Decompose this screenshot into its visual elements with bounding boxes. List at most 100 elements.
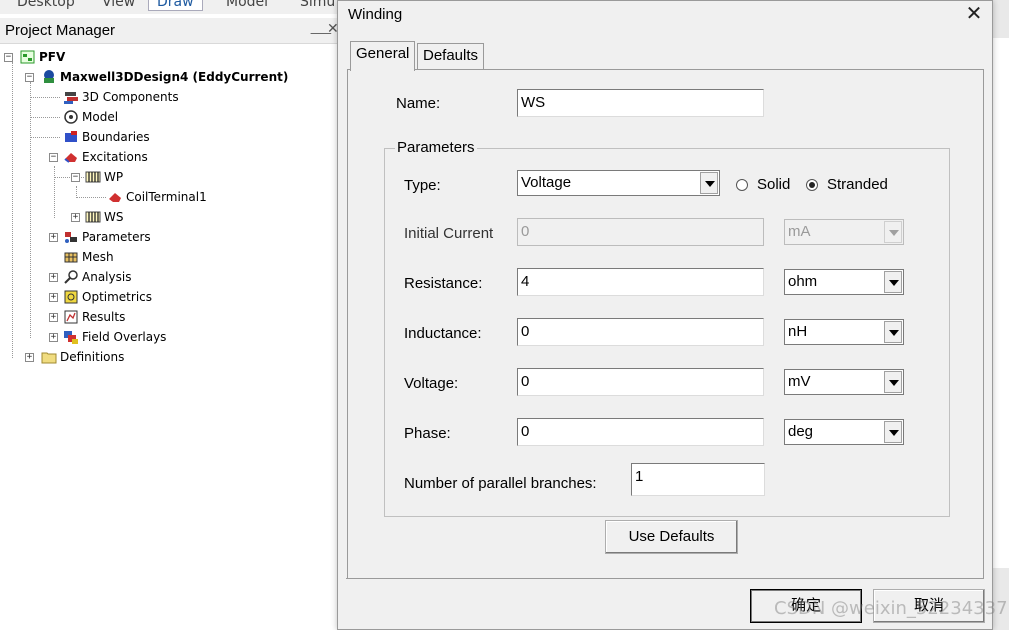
phase-unit-select[interactable]: deg [784,419,904,445]
tree-item-ws[interactable]: WS [85,208,123,226]
tree-item-optimetrics[interactable]: Optimetrics [63,288,152,306]
name-label: Name: [396,95,441,112]
coil-terminal-icon [107,189,123,205]
folder-icon [41,349,57,365]
inductance-unit-select[interactable]: nH [784,319,904,345]
menu-desktop[interactable]: Desktop [17,0,75,10]
close-icon[interactable]: ✕ [962,1,986,27]
initial-current-input[interactable]: 0 [517,218,764,246]
expander-expand[interactable]: + [25,353,34,362]
tree-item-design[interactable]: Maxwell3DDesign4 (EddyCurrent) [41,68,288,86]
winding-icon [85,209,101,225]
tree-item-label: Maxwell3DDesign4 (EddyCurrent) [60,70,289,84]
type-select[interactable]: Voltage [517,170,720,196]
optimetrics-icon [63,289,79,305]
voltage-input[interactable]: 0 [517,368,764,396]
design-icon [41,69,57,85]
use-defaults-button[interactable]: Use Defaults [605,520,738,554]
parallel-branches-label: Number of parallel branches: [404,475,597,492]
tree-item-label: Excitations [82,150,148,164]
model-icon [63,109,79,125]
parameters-icon [63,229,79,245]
chevron-down-icon[interactable] [884,321,902,343]
inductance-input[interactable]: 0 [517,318,764,346]
tab-defaults[interactable]: Defaults [417,43,485,70]
expander-expand[interactable]: + [71,213,80,222]
tree-item-parameters[interactable]: Parameters [63,228,151,246]
phase-input[interactable]: 0 [517,418,764,446]
inductance-unit-value: nH [788,323,808,340]
parallel-branches-input[interactable]: 1 [631,463,765,496]
chevron-down-icon[interactable] [884,271,902,293]
tree-item-label: Results [82,310,126,324]
dialog-button-divider [346,578,984,579]
project-manager-title: Project Manager [5,22,116,39]
tree-item-label: Analysis [82,270,132,284]
phase-label: Phase: [404,425,451,442]
tree-item-3d-components[interactable]: 3D Components [63,88,179,106]
menu-model[interactable]: Model [226,0,268,10]
radio-stranded[interactable] [806,179,818,191]
expander-expand[interactable]: + [49,313,58,322]
menu-view[interactable]: View [102,0,135,10]
mesh-icon [63,249,79,265]
tree-item-results[interactable]: Results [63,308,125,326]
expander-collapse[interactable]: − [71,173,80,182]
tree-item-model[interactable]: Model [63,108,118,126]
expander-expand[interactable]: + [49,333,58,342]
boundaries-icon [63,129,79,145]
tree-item-label: 3D Components [82,90,179,104]
phase-unit-value: deg [788,423,814,440]
initial-current-unit-value: mA [788,223,811,240]
chevron-down-icon[interactable] [884,221,902,243]
radio-solid-label: Solid [757,176,791,193]
type-label: Type: [404,177,441,194]
tree-item-excitations[interactable]: Excitations [63,148,148,166]
tree-item-label: WP [104,170,124,184]
menu-simulation[interactable]: Simu [300,0,335,10]
initial-current-label: Initial Current [404,225,494,242]
tree-item-analysis[interactable]: Analysis [63,268,131,286]
tab-general[interactable]: General [350,41,416,71]
radio-solid[interactable] [736,179,748,191]
tree-item-boundaries[interactable]: Boundaries [63,128,150,146]
expander-expand[interactable]: + [49,233,58,242]
initial-current-unit-select[interactable]: mA [784,219,904,245]
chevron-down-icon[interactable] [700,172,718,194]
tree-item-label: Optimetrics [82,290,152,304]
tree-item-label: Mesh [82,250,114,264]
expander-collapse[interactable]: − [25,73,34,82]
expander-collapse[interactable]: − [49,153,58,162]
winding-icon [85,169,101,185]
components-icon [63,89,79,105]
expander-expand[interactable]: + [49,293,58,302]
voltage-label: Voltage: [404,375,459,392]
resistance-input[interactable]: 4 [517,268,764,296]
expander-expand[interactable]: + [49,273,58,282]
field-overlays-icon [63,329,79,345]
name-input[interactable]: WS [517,89,764,117]
dialog-title: Winding [348,6,403,23]
tree-item-label: CoilTerminal1 [126,190,207,204]
tree-item-wp[interactable]: WP [85,168,123,186]
results-icon [63,309,79,325]
chevron-down-icon[interactable] [884,421,902,443]
tree-item-pfv[interactable]: PFV [20,48,65,66]
menu-draw[interactable]: Draw [148,0,203,11]
tree-item-mesh[interactable]: Mesh [63,248,114,266]
chevron-down-icon[interactable] [884,371,902,393]
resistance-unit-select[interactable]: ohm [784,269,904,295]
voltage-unit-select[interactable]: mV [784,369,904,395]
tree-item-coilterminal1[interactable]: CoilTerminal1 [107,188,207,206]
expander-collapse[interactable]: − [4,53,13,62]
inductance-label: Inductance: [404,325,482,342]
tree-item-label: Parameters [82,230,151,244]
tree-item-label: Boundaries [82,130,150,144]
tree-item-label: Model [82,110,119,124]
tree-item-label: Definitions [60,350,125,364]
radio-stranded-label: Stranded [827,176,888,193]
tree-item-field-overlays[interactable]: Field Overlays [63,328,166,346]
tree-item-label: Field Overlays [82,330,167,344]
parameters-group-title: Parameters [395,139,477,156]
tree-item-definitions[interactable]: Definitions [41,348,124,366]
